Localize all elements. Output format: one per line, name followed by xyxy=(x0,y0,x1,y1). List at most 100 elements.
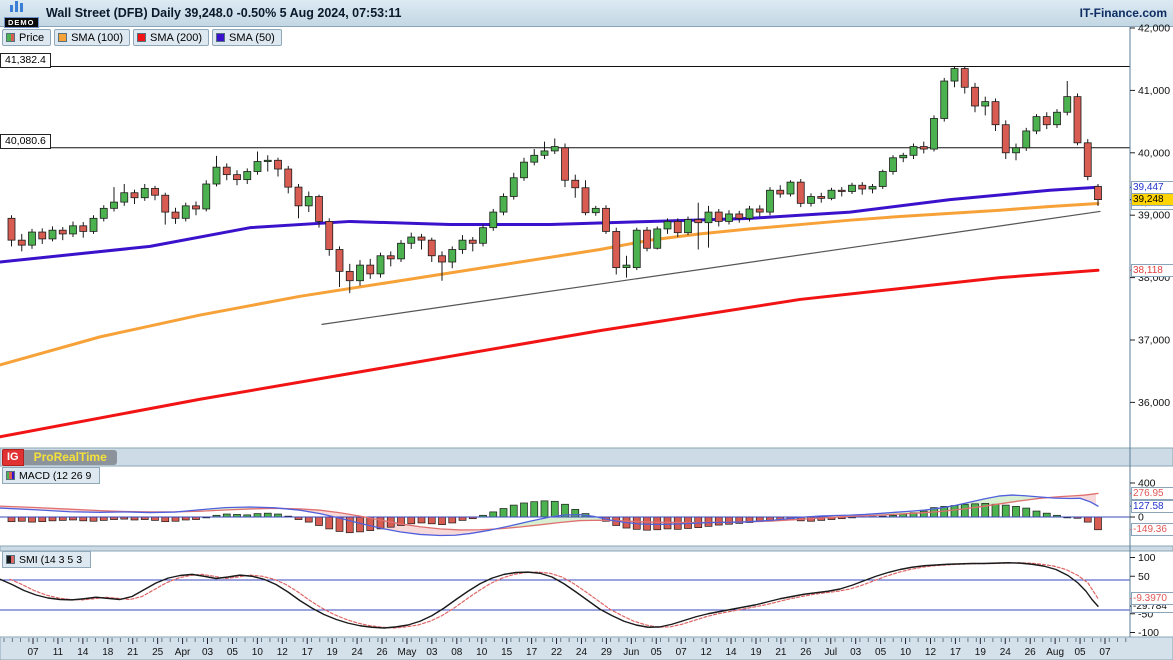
candle xyxy=(726,214,733,221)
candle xyxy=(295,187,302,206)
macd-bar xyxy=(1002,505,1009,517)
candle xyxy=(1074,97,1081,143)
macd-bar xyxy=(316,517,323,526)
macd-icon xyxy=(6,471,15,480)
macd-bar xyxy=(541,501,548,517)
chart-canvas[interactable]: 42,00041,00040,00039,00038,00037,00036,0… xyxy=(0,0,1173,660)
candle xyxy=(111,202,118,208)
charting-app: DEMO Wall Street (DFB) Daily 39,248.0 -0… xyxy=(0,0,1173,660)
time-axis-label: 19 xyxy=(975,647,987,658)
sma50-swatch-icon xyxy=(216,33,225,42)
axis-tick-label: 41,000 xyxy=(1138,85,1170,97)
candle xyxy=(931,118,938,149)
candle xyxy=(439,256,446,262)
macd-bar xyxy=(8,517,15,522)
macd-bar xyxy=(418,517,425,523)
candle xyxy=(644,230,651,248)
time-axis-label: 08 xyxy=(451,647,463,658)
candle xyxy=(1084,143,1091,177)
candle xyxy=(510,178,517,197)
macd-bar xyxy=(408,517,415,524)
candle xyxy=(428,240,435,256)
legend-chip-sma100[interactable]: SMA (100) xyxy=(54,29,130,46)
panel-divider xyxy=(0,448,1173,466)
level-label-upper[interactable]: 41,382.4 xyxy=(0,53,51,68)
candle xyxy=(162,195,169,212)
candle xyxy=(695,220,702,223)
legend-chip-price[interactable]: Price xyxy=(2,29,51,46)
candle xyxy=(182,206,189,218)
legend-label: SMA (200) xyxy=(150,32,202,44)
macd-tab-label: MACD (12 26 9 xyxy=(19,470,91,482)
macd-bar xyxy=(1033,511,1040,517)
macd-bar xyxy=(80,517,87,521)
candle xyxy=(29,232,36,245)
time-axis-label: 11 xyxy=(53,647,64,658)
candle xyxy=(49,230,56,239)
legend-label: SMA (50) xyxy=(229,32,275,44)
level-label-lower[interactable]: 40,080.6 xyxy=(0,134,51,149)
macd-bar xyxy=(264,513,271,517)
candle xyxy=(336,250,343,272)
time-axis-label: 10 xyxy=(900,647,912,658)
candle xyxy=(387,256,394,259)
candle xyxy=(603,208,610,231)
macd-bar xyxy=(428,517,435,524)
candle xyxy=(531,155,538,162)
time-axis-label: 05 xyxy=(227,647,239,658)
time-axis-label: 14 xyxy=(725,647,737,658)
candle xyxy=(316,196,323,221)
time-axis-label: 14 xyxy=(77,647,89,658)
candle xyxy=(879,172,886,187)
time-axis-label: 26 xyxy=(376,647,388,658)
macd-bar xyxy=(531,502,538,517)
candle xyxy=(223,167,230,174)
candle xyxy=(818,196,825,198)
candle xyxy=(654,229,661,248)
macd-bar xyxy=(100,517,107,520)
macd-bar xyxy=(18,517,25,521)
time-axis-label: 26 xyxy=(800,647,812,658)
macd-bar xyxy=(1043,513,1050,517)
macd-bar xyxy=(510,505,517,517)
macd-bar xyxy=(326,517,333,529)
time-axis-label: Jul xyxy=(824,647,837,658)
time-axis-label: 10 xyxy=(476,647,488,658)
prorealtime-badge: IG ProRealTime xyxy=(2,449,117,466)
time-axis-label: 18 xyxy=(102,647,114,658)
candle xyxy=(920,147,927,149)
candle xyxy=(367,265,374,274)
legend-chip-sma200[interactable]: SMA (200) xyxy=(133,29,209,46)
time-axis-label: 17 xyxy=(302,647,314,658)
smi-tab-label: SMI (14 3 5 3 xyxy=(19,554,82,566)
macd-bar xyxy=(49,517,56,521)
macd-bar xyxy=(449,517,456,523)
candle xyxy=(1043,117,1050,125)
candle xyxy=(264,160,271,161)
macd-bar xyxy=(705,517,712,526)
candle xyxy=(674,221,681,232)
candle xyxy=(808,196,815,203)
time-axis-label: 19 xyxy=(750,647,762,658)
candle xyxy=(203,184,210,209)
candle xyxy=(490,212,497,228)
macd-bar xyxy=(500,509,507,518)
sma200-line xyxy=(0,270,1098,436)
candle xyxy=(234,175,241,180)
candle xyxy=(254,162,261,172)
ig-logo: IG xyxy=(2,449,24,466)
tab-smi[interactable]: SMI (14 3 5 3 xyxy=(2,551,91,568)
time-axis-label: 22 xyxy=(551,647,563,658)
time-axis-label: 17 xyxy=(950,647,962,658)
candle xyxy=(70,226,77,234)
axis-tick-label: 50 xyxy=(1138,571,1150,583)
macd-bar xyxy=(951,506,958,517)
legend-chip-sma50[interactable]: SMA (50) xyxy=(212,29,282,46)
tab-macd[interactable]: MACD (12 26 9 xyxy=(2,467,100,484)
candle xyxy=(910,147,917,156)
candle xyxy=(787,182,794,194)
macd-bar xyxy=(490,512,497,517)
value-box: -149.36 xyxy=(1131,523,1173,536)
macd-bar xyxy=(992,504,999,517)
candle xyxy=(838,190,845,191)
